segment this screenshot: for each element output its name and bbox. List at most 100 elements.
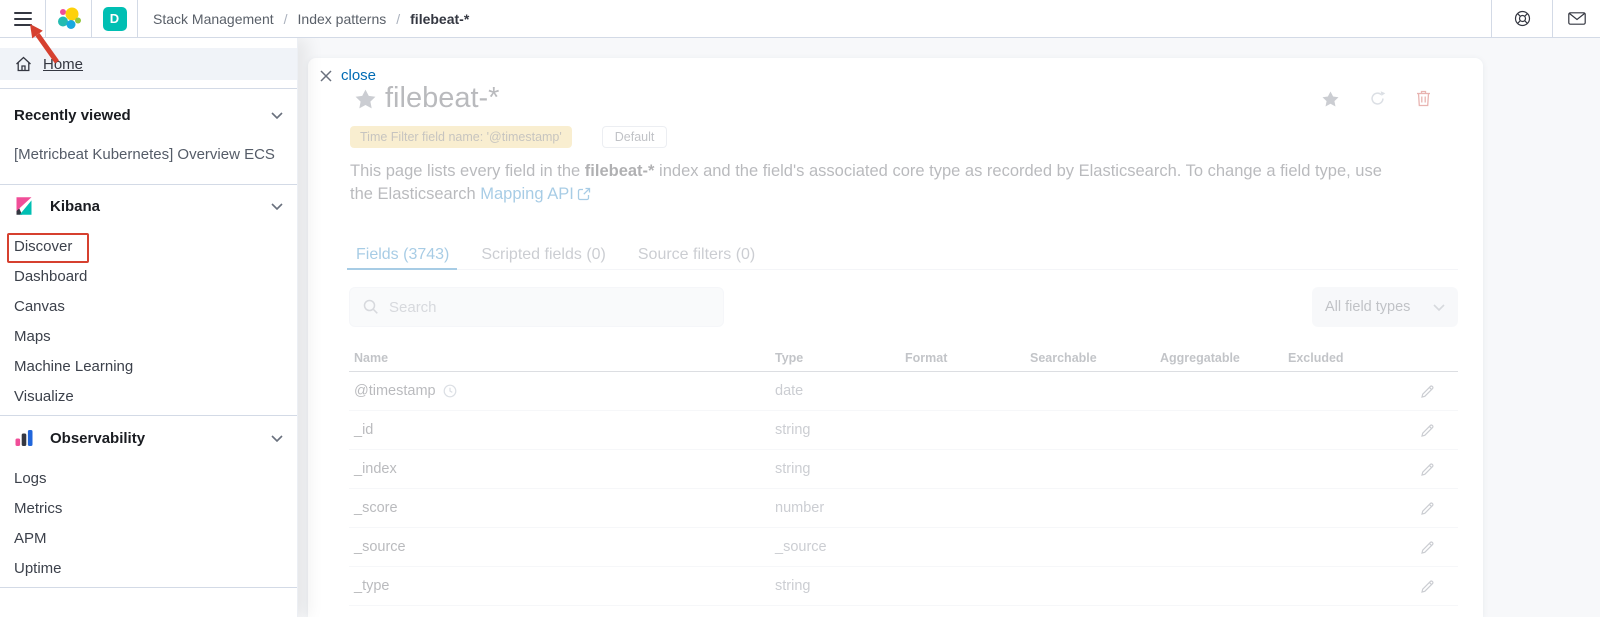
page-title: filebeat-*: [385, 82, 499, 115]
sidebar-item-discover[interactable]: Discover: [0, 232, 297, 262]
external-link-icon: [577, 187, 591, 201]
sidebar-item-uptime[interactable]: Uptime: [0, 554, 297, 584]
edit-field-button[interactable]: [1420, 384, 1435, 399]
edit-field-button[interactable]: [1420, 579, 1435, 594]
divider: [0, 587, 297, 588]
column-header-aggregatable: Aggregatable: [1160, 351, 1288, 365]
tab-fields[interactable]: Fields (3743): [356, 240, 449, 269]
newsfeed-button[interactable]: [1553, 0, 1600, 37]
field-type: string: [775, 461, 905, 477]
breadcrumb-separator: /: [396, 11, 400, 27]
table-row-timestamp: @timestampdate: [349, 372, 1458, 411]
table-header-row: Name Type Format Searchable Aggregatable…: [349, 344, 1458, 372]
field-searchable: [1030, 461, 1160, 477]
chevron-down-icon[interactable]: [271, 435, 283, 442]
sidebar-item-machine-learning[interactable]: Machine Learning: [0, 352, 297, 382]
sidebar-item-home[interactable]: Home: [0, 48, 297, 80]
close-label: close: [341, 67, 376, 84]
divider: [0, 88, 297, 89]
chevron-down-icon[interactable]: [271, 203, 283, 210]
section-kibana: Kibana DiscoverDashboardCanvasMapsMachin…: [0, 191, 297, 412]
field-name: @timestamp: [349, 383, 775, 399]
fields-table: Name Type Format Searchable Aggregatable…: [349, 344, 1458, 606]
chevron-down-icon[interactable]: [271, 112, 283, 119]
column-header-type: Type: [775, 351, 905, 365]
field-aggregatable: [1160, 422, 1288, 438]
clock-icon: [443, 384, 457, 398]
tab-source-filters[interactable]: Source filters (0): [638, 240, 755, 269]
field-searchable: [1030, 383, 1160, 399]
chevron-down-icon: [1433, 304, 1445, 311]
sidebar-item-metricbeat-kubernetes-overview-ecs[interactable]: [Metricbeat Kubernetes] Overview ECS: [0, 140, 297, 170]
dimmed-content: filebeat-* Time Filter field name: '@tim…: [308, 58, 1483, 617]
hamburger-icon: [14, 12, 32, 26]
table-row-type: _typestring: [349, 567, 1458, 606]
tab-bar: Fields (3743) Scripted fields (0) Source…: [356, 240, 1458, 270]
favorite-star-icon[interactable]: [355, 89, 376, 109]
table-row-source: _source_source: [349, 528, 1458, 567]
field-name: _id: [349, 422, 775, 438]
sidebar-item-visualize[interactable]: Visualize: [0, 382, 297, 412]
refresh-button[interactable]: [1369, 90, 1386, 112]
page-description: This page lists every field in the fileb…: [350, 160, 1390, 206]
column-header-name: Name: [349, 351, 775, 365]
default-badge: Default: [602, 126, 668, 148]
section-observability: Observability LogsMetricsAPMUptime: [0, 423, 297, 584]
pencil-icon: [1420, 384, 1435, 399]
time-filter-badge: Time Filter field name: '@timestamp': [350, 126, 572, 148]
deployment-button[interactable]: D: [92, 0, 137, 37]
column-header-format: Format: [905, 351, 1030, 365]
close-icon: [320, 70, 332, 82]
edit-field-button[interactable]: [1420, 501, 1435, 516]
index-pattern-panel: close filebeat-*: [308, 58, 1483, 617]
search-input[interactable]: [389, 299, 709, 316]
sidebar-item-canvas[interactable]: Canvas: [0, 292, 297, 322]
field-type-filter-label: All field types: [1325, 299, 1410, 315]
sidebar-item-maps[interactable]: Maps: [0, 322, 297, 352]
field-name: _score: [349, 500, 775, 516]
field-searchable: [1030, 578, 1160, 594]
breadcrumb-index-patterns[interactable]: Index patterns: [298, 11, 387, 27]
edit-field-button[interactable]: [1420, 462, 1435, 477]
field-aggregatable: [1160, 461, 1288, 477]
delete-button[interactable]: [1416, 90, 1431, 112]
section-title: Recently viewed: [14, 107, 131, 124]
help-button[interactable]: [1492, 0, 1552, 37]
index-name: filebeat-*: [585, 162, 655, 180]
star-icon: [1323, 91, 1339, 106]
navigation-flyout: Home Recently viewed [Metricbeat Kuberne…: [0, 38, 298, 617]
field-searchable: [1030, 422, 1160, 438]
elastic-logo-button[interactable]: [46, 0, 91, 37]
column-header-excluded: Excluded: [1288, 351, 1398, 365]
refresh-icon: [1369, 90, 1386, 107]
life-buoy-icon: [1514, 10, 1531, 27]
breadcrumb-current: filebeat-*: [410, 11, 469, 27]
table-row-id: _idstring: [349, 411, 1458, 450]
sidebar-item-metrics[interactable]: Metrics: [0, 494, 297, 524]
edit-field-button[interactable]: [1420, 540, 1435, 555]
sidebar-item-logs[interactable]: Logs: [0, 464, 297, 494]
observability-logo-icon: [14, 428, 34, 448]
kibana-logo-icon: [14, 196, 34, 216]
close-button[interactable]: close: [320, 67, 376, 84]
pencil-icon: [1420, 423, 1435, 438]
field-type: date: [775, 383, 905, 399]
field-type-filter[interactable]: All field types: [1312, 287, 1458, 327]
section-title: Kibana: [50, 198, 100, 215]
field-aggregatable: [1160, 383, 1288, 399]
field-search: [349, 287, 724, 327]
menu-button[interactable]: [0, 0, 45, 37]
breadcrumb-stack-management[interactable]: Stack Management: [153, 11, 274, 27]
trash-icon: [1416, 90, 1431, 107]
field-type: _source: [775, 539, 905, 555]
pencil-icon: [1420, 462, 1435, 477]
tab-scripted-fields[interactable]: Scripted fields (0): [481, 240, 606, 269]
field-name: _source: [349, 539, 775, 555]
pencil-icon: [1420, 501, 1435, 516]
sidebar-item-dashboard[interactable]: Dashboard: [0, 262, 297, 292]
mapping-api-link[interactable]: Mapping API: [480, 185, 574, 203]
edit-field-button[interactable]: [1420, 423, 1435, 438]
set-default-star-button[interactable]: [1322, 91, 1339, 112]
table-row-index: _indexstring: [349, 450, 1458, 489]
sidebar-item-apm[interactable]: APM: [0, 524, 297, 554]
